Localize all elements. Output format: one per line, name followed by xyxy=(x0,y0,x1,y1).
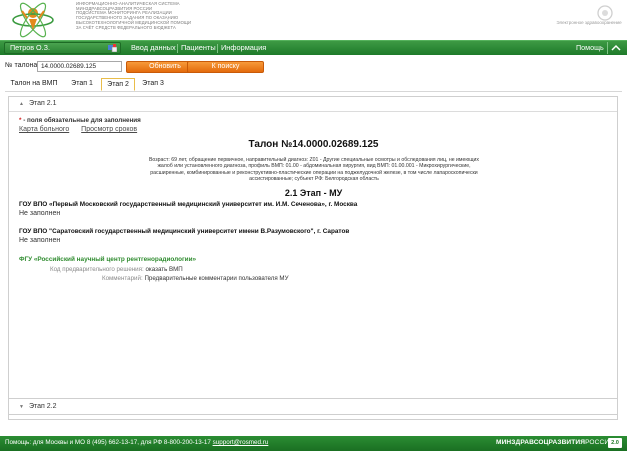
org-line: за счёт средств федерального бюджета xyxy=(76,24,176,30)
tab-talon-vmp[interactable]: Талон на ВМП xyxy=(5,78,63,91)
user-name: Петров О.З. xyxy=(10,43,50,52)
nav-patients[interactable]: Пациенты xyxy=(181,43,216,53)
required-note-text: - поля обязательные для заполнения xyxy=(21,117,141,124)
app-footer: Помощь: для Москвы и МО 8 (495) 662-13-1… xyxy=(0,436,627,451)
ministry-brand: МИНЗДРАВСОЦРАЗВИТИЯРОССИИ xyxy=(496,436,614,450)
org-description: Информационно-аналитическая система Минз… xyxy=(76,1,206,30)
section-links: Карта больного Просмотр сроков xyxy=(19,126,147,133)
footer-help: Помощь: для Москвы и МО 8 (495) 662-13-1… xyxy=(5,436,268,450)
user-menu-button[interactable]: Петров О.З. xyxy=(4,42,121,54)
organization-name: ГОУ ВПО "Саратовский государственный мед… xyxy=(19,228,350,235)
collapse-header-button[interactable] xyxy=(607,42,623,54)
tab-divider xyxy=(5,91,622,92)
decision-row: Код предварительного решения: оказать ВМ… xyxy=(50,266,183,273)
patient-card-link[interactable]: Карта больного xyxy=(19,126,69,133)
app-header: Информационно-аналитическая система Минз… xyxy=(0,0,627,40)
decision-label: Код предварительного решения: xyxy=(50,266,144,273)
required-fields-note: * - поля обязательные для заполнения xyxy=(19,117,141,124)
top-navigation: Петров О.З. Ввод данных Пациенты Информа… xyxy=(0,40,627,55)
patient-info: Возраст: 69 лет, обращение первичное, на… xyxy=(148,157,480,182)
section-title: Этап 2.2 xyxy=(28,403,57,410)
comment-label: Комментарий: xyxy=(102,275,143,282)
support-email-link[interactable]: support@rosmed.ru xyxy=(213,439,269,446)
nav-divider xyxy=(217,44,218,53)
user-settings-icon[interactable] xyxy=(108,44,117,52)
organization-status: Не заполнен xyxy=(19,237,61,244)
tab-stage-2[interactable]: Этап 2 xyxy=(101,78,135,91)
comment-value: Предварительные комментарии пользователя… xyxy=(144,275,289,282)
section-header-stage-2-1[interactable]: ▲ Этап 2.1 xyxy=(9,97,617,112)
nav-information[interactable]: Информация xyxy=(221,43,266,53)
fgu-organization-name: ФГУ «Российский научный центр рентгенора… xyxy=(19,256,197,263)
talon-title: Талон №14.0000.02689.125 xyxy=(248,139,379,150)
nav-data-entry[interactable]: Ввод данных xyxy=(131,43,176,53)
chevron-up-icon xyxy=(611,44,621,51)
talon-number-label: № талона: xyxy=(5,62,40,69)
tab-stage-3[interactable]: Этап 3 xyxy=(136,78,170,91)
comment-row: Комментарий: Предварительные комментарии… xyxy=(102,275,289,282)
ministry-logo-icon xyxy=(12,2,54,38)
section-title: Этап 2.1 xyxy=(28,100,57,107)
help-link[interactable]: Помощь xyxy=(576,43,604,53)
caret-up-icon: ▲ xyxy=(19,101,24,107)
caret-down-icon: ▼ xyxy=(19,404,24,410)
version-badge: 2.0 xyxy=(608,438,622,448)
talon-number-input[interactable] xyxy=(37,61,122,72)
nav-divider xyxy=(177,44,178,53)
ministry-bold: МИНЗДРАВСОЦРАЗВИТИЯ xyxy=(496,439,586,446)
view-terms-link[interactable]: Просмотр сроков xyxy=(81,126,137,133)
footer-help-text: Помощь: для Москвы и МО 8 (495) 662-13-1… xyxy=(5,439,211,446)
organization-name: ГОУ ВПО «Первый Московский государственн… xyxy=(19,201,358,208)
section-header-stage-2-2[interactable]: ▼ Этап 2.2 xyxy=(8,398,618,415)
to-search-button[interactable]: К поиску xyxy=(187,61,264,73)
stage-title: 2.1 Этап - МУ xyxy=(284,188,343,198)
tab-stage-1[interactable]: Этап 1 xyxy=(65,78,99,91)
organization-status: Не заполнен xyxy=(19,210,61,217)
decision-value: оказать ВМП xyxy=(145,266,183,273)
ehealth-text: Электронное здравоохранение xyxy=(556,20,622,25)
